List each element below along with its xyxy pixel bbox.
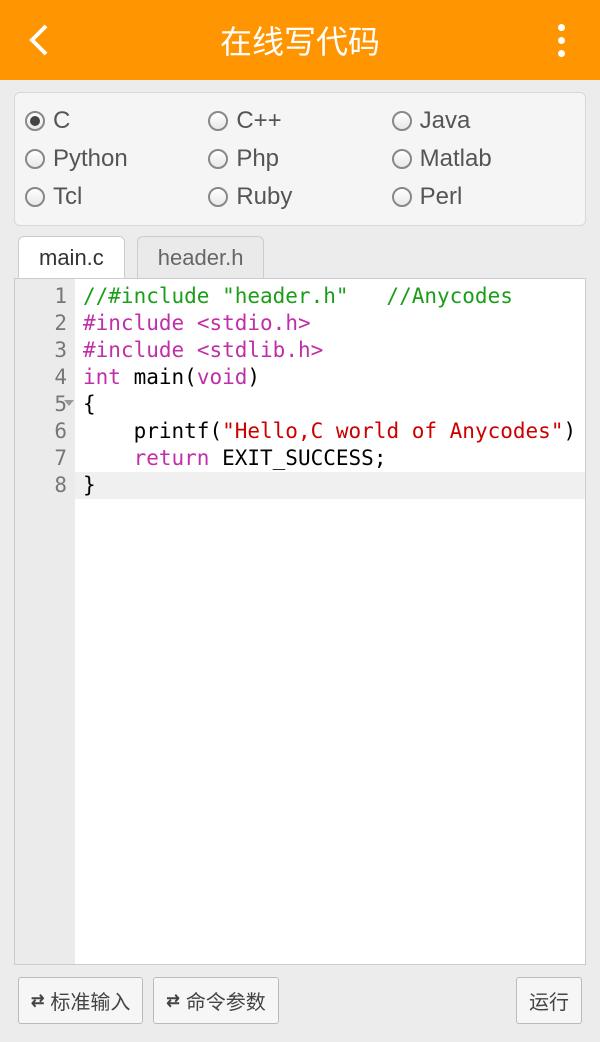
language-label: Php <box>236 145 279 173</box>
language-label: Matlab <box>420 145 492 173</box>
language-option-ruby[interactable]: Ruby <box>208 183 391 211</box>
radio-icon <box>392 149 412 169</box>
radio-icon <box>392 111 412 131</box>
back-button[interactable] <box>18 20 58 60</box>
file-tabs: main.c header.h <box>14 236 586 279</box>
transfer-icon: ⇄ <box>166 991 179 1011</box>
line-number: 4 <box>19 364 67 391</box>
line-number: 3 <box>19 337 67 364</box>
radio-icon <box>208 187 228 207</box>
line-number-gutter: 12345678 <box>15 279 75 964</box>
line-number: 8 <box>19 472 67 499</box>
code-line[interactable]: printf("Hello,C world of Anycodes") <box>83 418 585 445</box>
file-tab-main-c[interactable]: main.c <box>18 236 125 279</box>
code-line[interactable]: { <box>83 391 585 418</box>
code-line[interactable]: } <box>83 472 585 499</box>
code-content[interactable]: //#include "header.h" //Anycodes#include… <box>75 279 585 964</box>
language-option-cplusplus[interactable]: C++ <box>208 107 391 135</box>
line-number: 6 <box>19 418 67 445</box>
file-tab-header-h[interactable]: header.h <box>137 236 265 279</box>
run-label: 运行 <box>529 986 569 1015</box>
line-number: 5 <box>19 391 67 418</box>
language-option-matlab[interactable]: Matlab <box>392 145 575 173</box>
language-label: Tcl <box>53 183 82 211</box>
chevron-left-icon <box>26 22 50 58</box>
code-line[interactable]: #include <stdlib.h> <box>83 337 585 364</box>
editor-area: main.c header.h 12345678 //#include "head… <box>14 236 586 965</box>
language-option-tcl[interactable]: Tcl <box>25 183 208 211</box>
run-button[interactable]: 运行 <box>516 977 582 1024</box>
stdin-label: 标准输入 <box>50 986 130 1015</box>
radio-icon <box>25 149 45 169</box>
language-option-php[interactable]: Php <box>208 145 391 173</box>
args-button[interactable]: ⇄ 命令参数 <box>153 977 278 1024</box>
language-label: Ruby <box>236 183 292 211</box>
transfer-icon: ⇄ <box>31 991 44 1011</box>
header-bar: 在线写代码 <box>0 0 600 80</box>
footer-toolbar: ⇄ 标准输入 ⇄ 命令参数 运行 <box>0 965 600 1042</box>
radio-icon <box>208 111 228 131</box>
radio-icon <box>25 187 45 207</box>
language-option-python[interactable]: Python <box>25 145 208 173</box>
page-title: 在线写代码 <box>220 17 380 63</box>
radio-icon <box>25 111 45 131</box>
stdin-button[interactable]: ⇄ 标准输入 <box>18 977 143 1024</box>
language-selector-panel: C C++ Java Python Php Matlab Tcl Ruby Perl <box>14 92 586 226</box>
language-label: Python <box>53 145 128 173</box>
fold-marker-icon[interactable] <box>64 400 74 406</box>
code-line[interactable]: int main(void) <box>83 364 585 391</box>
code-line[interactable]: return EXIT_SUCCESS; <box>83 445 585 472</box>
language-option-java[interactable]: Java <box>392 107 575 135</box>
dots-vertical-icon <box>558 24 565 31</box>
code-line[interactable]: //#include "header.h" //Anycodes <box>83 283 585 310</box>
args-label: 命令参数 <box>186 986 266 1015</box>
language-option-c[interactable]: C <box>25 107 208 135</box>
language-label: C <box>53 107 70 135</box>
radio-icon <box>208 149 228 169</box>
language-label: C++ <box>236 107 281 135</box>
language-label: Java <box>420 107 471 135</box>
code-line[interactable]: #include <stdio.h> <box>83 310 585 337</box>
radio-icon <box>392 187 412 207</box>
line-number: 2 <box>19 310 67 337</box>
more-menu-button[interactable] <box>542 20 582 60</box>
line-number: 7 <box>19 445 67 472</box>
line-number: 1 <box>19 283 67 310</box>
code-editor[interactable]: 12345678 //#include "header.h" //Anycode… <box>14 278 586 965</box>
language-label: Perl <box>420 183 463 211</box>
language-option-perl[interactable]: Perl <box>392 183 575 211</box>
